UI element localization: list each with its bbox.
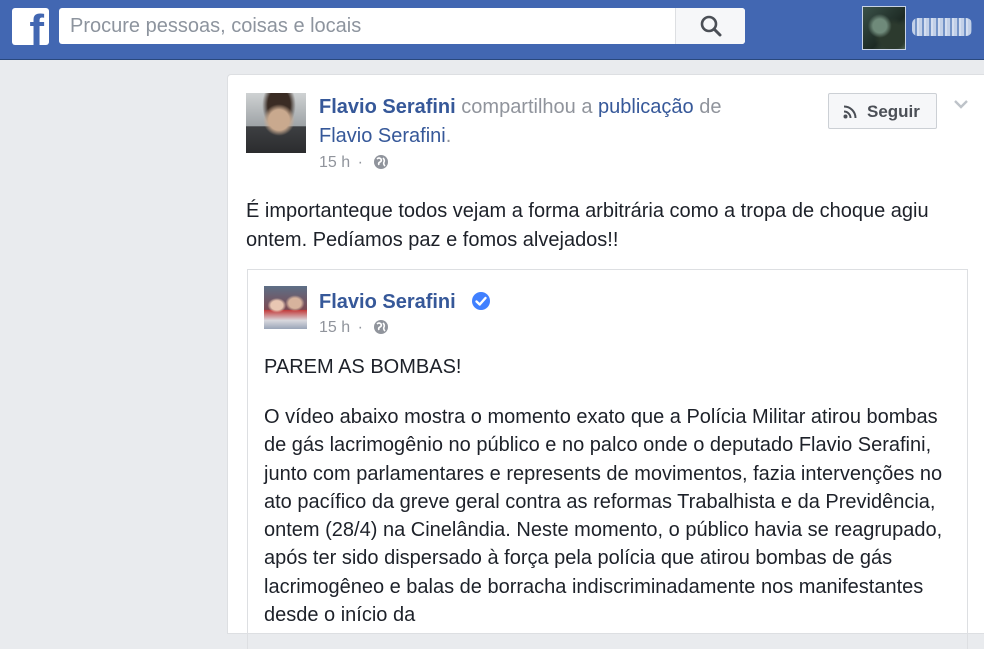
meta-separator: · <box>357 154 363 171</box>
post-text: É importanteque todos vejam a forma arbi… <box>246 200 929 251</box>
search-button[interactable] <box>675 8 745 44</box>
profile-shortcut[interactable] <box>862 6 974 50</box>
verified-badge-icon <box>472 292 490 310</box>
search-icon <box>700 15 722 37</box>
globe-icon[interactable] <box>373 319 389 335</box>
author-link[interactable]: Flavio Serafini <box>319 96 456 118</box>
shared-post-title: PAREM AS BOMBAS! <box>264 356 462 378</box>
of-text: de <box>699 96 722 118</box>
logo-letter: f <box>29 8 44 46</box>
header-period: . <box>445 125 452 147</box>
search-input[interactable] <box>59 8 671 44</box>
facebook-logo-icon[interactable]: f <box>12 8 49 45</box>
shared-post: Flavio Serafini 15 h · PAREM AS BOMBAS! … <box>247 269 968 649</box>
shared-text: compartilhou a <box>461 96 593 118</box>
profile-picture <box>862 6 906 50</box>
shared-author-link[interactable]: Flavio Serafini <box>319 288 456 316</box>
profile-name-blurred <box>912 18 972 36</box>
shared-author-avatar[interactable] <box>264 286 307 329</box>
search-box <box>59 8 745 44</box>
shared-meta-separator: · <box>357 319 363 336</box>
post-timestamp[interactable]: 15 h <box>319 154 350 171</box>
top-navigation-bar: f <box>0 0 984 60</box>
author-avatar[interactable] <box>246 93 306 153</box>
original-author-link[interactable]: Flavio Serafini <box>319 125 446 147</box>
rss-icon <box>843 105 857 119</box>
globe-icon[interactable] <box>373 154 389 170</box>
post-card: Flavio Serafini compartilhou a publicaçã… <box>227 74 984 649</box>
post-header: Flavio Serafini compartilhou a publicaçã… <box>319 93 819 151</box>
shared-meta: 15 h · <box>319 318 389 338</box>
post-meta: 15 h · <box>319 153 389 173</box>
shared-post-body: O vídeo abaixo mostra o momento exato qu… <box>264 406 943 627</box>
shared-timestamp[interactable]: 15 h <box>319 319 350 336</box>
follow-button[interactable]: Seguir <box>828 93 937 129</box>
publication-link[interactable]: publicação <box>598 96 694 118</box>
chevron-down-icon[interactable] <box>952 97 970 111</box>
follow-label: Seguir <box>867 102 920 121</box>
